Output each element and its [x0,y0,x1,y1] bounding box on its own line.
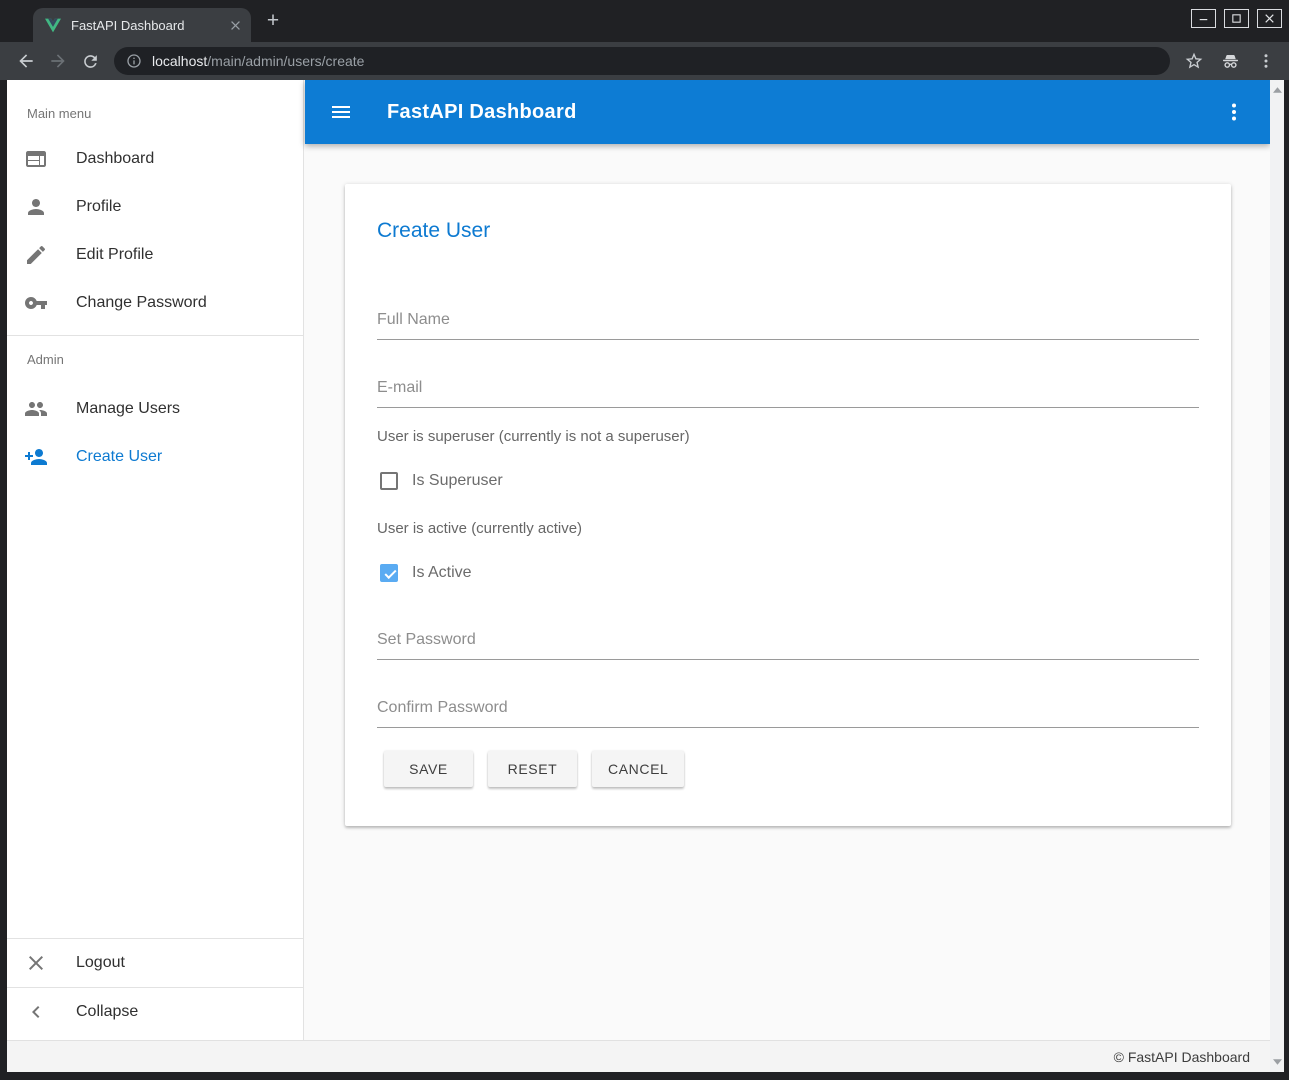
sidebar-item-label: Edit Profile [76,246,153,264]
superuser-note: User is superuser (currently is not a su… [377,428,1199,446]
url-path: /main/admin/users/create [207,53,364,69]
checkbox-label: Is Active [412,564,472,582]
sidebar-item-edit-profile[interactable]: Edit Profile [7,231,303,279]
is-superuser-checkbox[interactable]: Is Superuser [380,472,1199,490]
window-minimize-button[interactable] [1191,9,1216,28]
full-name-field[interactable]: Full Name [377,310,1199,340]
window-close-button[interactable] [1257,9,1282,28]
vue-logo-icon [45,18,61,33]
field-underline [377,659,1199,660]
window-controls [1191,9,1282,28]
full-name-label: Full Name [377,310,1199,329]
tab-close-icon[interactable] [228,18,243,33]
is-active-checkbox[interactable]: Is Active [380,564,1199,582]
content-area: Create User Full Name E-mail User is sup… [305,144,1270,1040]
main-area: FastAPI Dashboard Create User Full Name … [305,80,1270,1040]
form-buttons: SAVE RESET CANCEL [384,751,1199,787]
browser-toolbar: localhost/main/admin/users/create [0,42,1289,80]
window-maximize-button[interactable] [1224,9,1249,28]
sidebar: Main menu Dashboard Profile Edit Profile… [7,80,304,1040]
page-scrollbar[interactable] [1270,80,1284,1072]
reload-icon[interactable] [76,47,104,75]
tab-title: FastAPI Dashboard [71,18,228,33]
page-footer: © FastAPI Dashboard [7,1040,1284,1072]
sidebar-item-label: Create User [76,448,162,466]
sidebar-item-collapse[interactable]: Collapse [7,988,303,1036]
set-password-label: Set Password [377,630,1199,649]
pencil-icon [24,243,48,267]
set-password-field[interactable]: Set Password [377,630,1199,660]
card-title: Create User [377,220,1199,241]
sidebar-item-create-user[interactable]: Create User [7,433,303,481]
sidebar-item-label: Dashboard [76,150,154,168]
field-underline [377,339,1199,340]
site-info-icon[interactable] [126,53,142,69]
sidebar-bottom: Logout Collapse [7,938,303,1036]
create-user-card: Create User Full Name E-mail User is sup… [345,184,1231,826]
sidebar-item-label: Change Password [76,294,207,312]
sidebar-item-change-password[interactable]: Change Password [7,279,303,327]
new-tab-button[interactable]: + [260,9,286,35]
sidebar-item-label: Collapse [76,1003,138,1021]
app-bar: FastAPI Dashboard [305,80,1270,144]
browser-tab[interactable]: FastAPI Dashboard [33,8,251,42]
email-field[interactable]: E-mail [377,378,1199,408]
page-viewport: Main menu Dashboard Profile Edit Profile… [7,80,1284,1072]
people-icon [24,397,48,421]
person-icon [24,195,48,219]
checkbox-label: Is Superuser [412,472,503,490]
save-button[interactable]: SAVE [384,751,473,787]
active-note: User is active (currently active) [377,520,1199,538]
sidebar-item-label: Profile [76,198,121,216]
bookmark-star-icon[interactable] [1184,51,1204,71]
chevron-left-icon [24,1000,48,1024]
sidebar-item-label: Manage Users [76,400,180,418]
checkbox-unchecked[interactable] [380,472,398,490]
sidebar-section-label-admin: Admin [7,336,303,385]
sidebar-item-label: Logout [76,954,125,972]
appbar-kebab-menu-icon[interactable] [1222,100,1246,124]
key-icon [24,291,48,315]
cancel-button[interactable]: CANCEL [592,751,684,787]
sidebar-item-profile[interactable]: Profile [7,183,303,231]
sidebar-item-logout[interactable]: Logout [7,939,303,987]
url-host: localhost [152,53,207,69]
email-label: E-mail [377,378,1199,397]
hamburger-menu-icon[interactable] [329,100,353,124]
confirm-password-label: Confirm Password [377,698,1199,717]
sidebar-item-dashboard[interactable]: Dashboard [7,135,303,183]
field-underline [377,727,1199,728]
browser-menu-kebab-icon[interactable] [1257,52,1275,70]
close-icon [24,951,48,975]
confirm-password-field[interactable]: Confirm Password [377,698,1199,728]
field-underline [377,407,1199,408]
dashboard-icon [24,147,48,171]
appbar-title: FastAPI Dashboard [387,101,577,124]
person-add-icon [24,445,48,469]
footer-copyright: © FastAPI Dashboard [1114,1049,1250,1065]
checkbox-checked[interactable] [380,564,398,582]
back-arrow-icon[interactable] [12,47,40,75]
forward-arrow-icon[interactable] [44,47,72,75]
browser-tab-strip: FastAPI Dashboard + [0,0,1289,42]
sidebar-item-manage-users[interactable]: Manage Users [7,385,303,433]
address-bar[interactable]: localhost/main/admin/users/create [114,47,1170,75]
sidebar-section-label-main-menu: Main menu [7,80,303,135]
scrollbar-up-arrow-icon[interactable] [1270,83,1284,97]
incognito-icon [1220,51,1241,72]
scrollbar-down-arrow-icon[interactable] [1270,1055,1284,1069]
reset-button[interactable]: RESET [488,751,577,787]
